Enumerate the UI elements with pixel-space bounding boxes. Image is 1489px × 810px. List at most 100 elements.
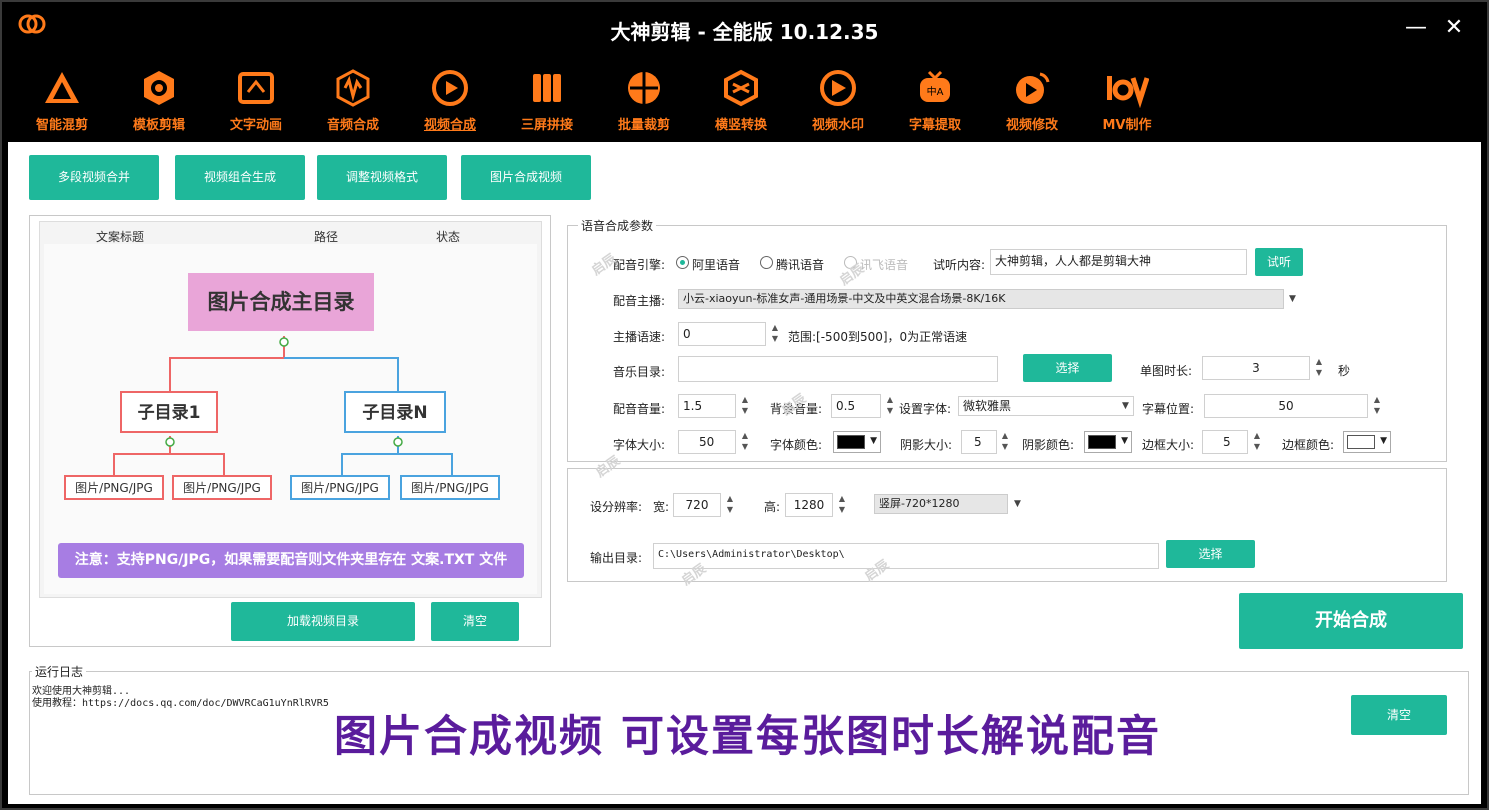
tool-smart-mix[interactable]: 智能混剪 xyxy=(17,68,107,138)
shadow-color-picker[interactable]: ▼ xyxy=(1084,431,1132,453)
font-color-picker[interactable]: ▼ xyxy=(833,431,881,453)
col-status-header: 状态 xyxy=(436,230,461,244)
output-dir-input[interactable]: C:\Users\Administrator\Desktop\ xyxy=(653,543,1159,569)
listen-label: 试听内容: xyxy=(933,258,986,272)
tool-audio-merge[interactable]: 音频合成 xyxy=(308,68,398,138)
bg-volume-input[interactable]: 0.5 xyxy=(831,394,881,418)
chevron-down-icon[interactable]: ▼ xyxy=(1122,401,1129,411)
clear-list-button[interactable]: 清空 xyxy=(431,602,519,641)
tool-label: MV制作 xyxy=(1102,118,1152,133)
tool-mv-make[interactable]: MV制作 xyxy=(1082,68,1172,138)
subtab-image-to-video[interactable]: 图片合成视频 xyxy=(461,155,591,200)
duration-stepper[interactable]: ▲ ▼ xyxy=(1312,356,1326,380)
shadow-size-label: 阴影大小: xyxy=(900,438,953,452)
subtitle-tv-icon: 中A xyxy=(920,70,950,102)
width-stepper[interactable]: ▲ ▼ xyxy=(723,493,737,517)
border-color-label: 边框颜色: xyxy=(1282,438,1335,452)
resolution-label: 设分辨率: xyxy=(590,500,643,514)
start-compose-button[interactable]: 开始合成 xyxy=(1239,593,1463,649)
subtab-adjust-format[interactable]: 调整视频格式 xyxy=(317,155,447,200)
border-size-input[interactable]: 5 xyxy=(1202,430,1248,454)
tool-label: 视频修改 xyxy=(1005,118,1058,133)
voice-volume-label: 配音音量: xyxy=(613,402,666,416)
col-path-header: 路径 xyxy=(314,230,339,244)
engine-tencent-radio[interactable] xyxy=(760,256,773,269)
shadow-size-input[interactable]: 5 xyxy=(961,430,997,454)
tool-text-animation[interactable]: 文字动画 xyxy=(211,68,301,138)
audio-wave-icon xyxy=(336,69,370,107)
tool-label: 音频合成 xyxy=(326,118,379,133)
window-title: 大神剪辑 - 全能版 10.12.35 xyxy=(610,20,879,44)
border-color-picker[interactable]: ▼ xyxy=(1343,431,1391,453)
crop-ball-icon xyxy=(628,72,660,104)
font-select[interactable]: 微软雅黑 xyxy=(958,396,1134,416)
log-line: 使用教程：https://docs.qq.com/doc/DWVRCaG1uYn… xyxy=(32,698,329,709)
shadow-color-label: 阴影颜色: xyxy=(1022,438,1075,452)
minimize-button[interactable]: — xyxy=(1404,16,1428,40)
engine-xunfei-label: 讯飞语音 xyxy=(860,258,909,272)
subtab-combo-generate[interactable]: 视频组合生成 xyxy=(175,155,305,200)
engine-label: 配音引擎: xyxy=(613,258,666,272)
subtitle-pos-stepper[interactable]: ▲ ▼ xyxy=(1370,394,1384,418)
hexagon-q-icon xyxy=(144,71,174,105)
log-line: 欢迎使用大神剪辑... xyxy=(32,686,131,697)
mindmap-root: 图片合成主目录 xyxy=(188,273,374,331)
tool-three-screen[interactable]: 三屏拼接 xyxy=(502,68,592,138)
tool-label: 三屏拼接 xyxy=(520,118,573,133)
load-video-dir-button[interactable]: 加载视频目录 xyxy=(231,602,415,641)
chevron-down-icon[interactable]: ▼ xyxy=(1014,499,1021,509)
text-frame-icon xyxy=(238,72,274,104)
listen-content-input[interactable]: 大神剪辑，人人都是剪辑大神 xyxy=(990,249,1247,275)
anchor-select[interactable]: 小云-xiaoyun-标准女声-通用场景-中文及中英文混合场景-8K/16K xyxy=(678,289,1284,309)
width-label: 宽: xyxy=(653,500,670,514)
resolution-preset-select[interactable]: 竖屏-720*1280 xyxy=(874,494,1008,514)
subtitle-pos-input[interactable]: 50 xyxy=(1204,394,1368,418)
duration-unit: 秒 xyxy=(1338,364,1351,378)
engine-ali-radio[interactable] xyxy=(676,256,689,269)
log-output: 欢迎使用大神剪辑... 使用教程：https://docs.qq.com/doc… xyxy=(32,686,329,710)
tool-label: 智能混剪 xyxy=(35,118,88,133)
clear-log-button[interactable]: 清空 xyxy=(1351,695,1447,735)
tool-orientation-convert[interactable]: 横竖转换 xyxy=(696,68,786,138)
speed-input[interactable]: 0 xyxy=(678,322,766,346)
speed-stepper[interactable]: ▲ ▼ xyxy=(768,322,782,346)
subtab-multi-merge[interactable]: 多段视频合并 xyxy=(29,155,159,200)
voice-volume-input[interactable]: 1.5 xyxy=(678,394,736,418)
voice-volume-stepper[interactable]: ▲ ▼ xyxy=(738,394,752,418)
chevron-down-icon[interactable]: ▼ xyxy=(1289,294,1296,304)
mindmap-child-1: 子目录1 xyxy=(120,391,218,433)
subtitle-pos-label: 字幕位置: xyxy=(1142,402,1195,416)
tool-subtitle-extract[interactable]: 中A 字幕提取 xyxy=(890,68,980,138)
tool-label: 批量裁剪 xyxy=(617,118,670,133)
tool-video-watermark[interactable]: 视频水印 xyxy=(793,68,883,138)
tool-video-modify[interactable]: 视频修改 xyxy=(987,68,1077,138)
music-dir-choose-button[interactable]: 选择 xyxy=(1023,354,1112,382)
output-dir-choose-button[interactable]: 选择 xyxy=(1166,540,1255,568)
duration-input[interactable]: 3 xyxy=(1202,356,1310,380)
music-dir-input[interactable] xyxy=(678,356,998,382)
usage-preview: 文案标题 路径 状态 图片合成主目录 子目录1 子目录N 图片/PNG/JPG … xyxy=(39,221,542,598)
shadow-size-stepper[interactable]: ▲ ▼ xyxy=(998,430,1012,454)
border-size-stepper[interactable]: ▲ ▼ xyxy=(1250,430,1264,454)
app-window: 大神剪辑 - 全能版 10.12.35 — ✕ 智能混剪 模板剪辑 文字动画 音… xyxy=(0,0,1489,810)
col-title-header: 文案标题 xyxy=(96,230,145,244)
tool-template-edit[interactable]: 模板剪辑 xyxy=(114,68,204,138)
height-stepper[interactable]: ▲ ▼ xyxy=(835,493,849,517)
close-button[interactable]: ✕ xyxy=(1442,16,1466,40)
music-dir-label: 音乐目录: xyxy=(613,365,666,379)
rotate-cube-icon xyxy=(724,69,758,107)
mv-icon xyxy=(1107,76,1149,108)
bg-volume-stepper[interactable]: ▲ ▼ xyxy=(883,394,897,418)
listen-button[interactable]: 试听 xyxy=(1255,248,1303,276)
font-size-input[interactable]: 50 xyxy=(678,430,736,454)
watermark-icon xyxy=(820,70,856,106)
title-bar: 大神剪辑 - 全能版 10.12.35 — ✕ xyxy=(2,2,1487,62)
tool-batch-crop[interactable]: 批量裁剪 xyxy=(599,68,689,138)
height-input[interactable]: 1280 xyxy=(785,493,833,517)
triangle-logo-icon xyxy=(45,72,79,103)
font-label: 设置字体: xyxy=(899,402,952,416)
font-size-stepper[interactable]: ▲ ▼ xyxy=(738,430,752,454)
tool-video-merge[interactable]: 视频合成 xyxy=(405,68,495,138)
width-input[interactable]: 720 xyxy=(673,493,721,517)
tool-label: 模板剪辑 xyxy=(132,118,185,133)
